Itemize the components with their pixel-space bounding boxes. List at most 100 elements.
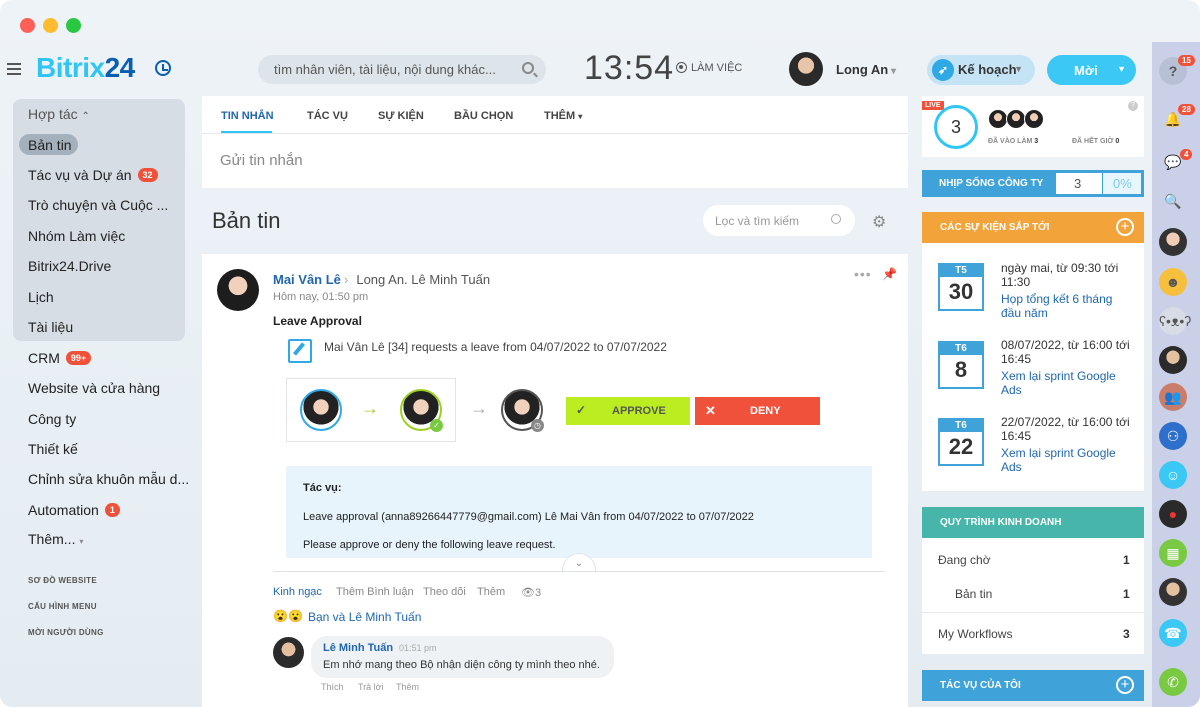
sitemap-link[interactable]: SƠ ĐỒ WEBSITE xyxy=(28,576,97,585)
sidebar-item-company[interactable]: Công ty xyxy=(28,411,76,427)
add-icon[interactable]: + xyxy=(1116,218,1134,236)
user-avatar[interactable] xyxy=(789,52,823,86)
calendar-icon[interactable]: ▦ xyxy=(1159,539,1187,567)
approve-button[interactable]: ✓ APPROVE xyxy=(566,397,690,425)
user-icon[interactable]: ☺ xyxy=(1159,461,1187,489)
contact-avatar[interactable] xyxy=(1159,228,1187,256)
sidebar-item-automation[interactable]: Automation 1 xyxy=(28,502,120,518)
sidebar-item-more[interactable]: Thêm... ▾ xyxy=(28,531,83,547)
event-title[interactable]: Xem lại sprint Google xyxy=(1001,369,1116,383)
sidebar-item-tasks[interactable]: Tác vụ và Dự án 32 xyxy=(28,167,158,183)
search-input[interactable]: tìm nhân viên, tài liệu, nội dung khác..… xyxy=(258,55,546,84)
search-icon[interactable]: 🔍 xyxy=(1159,187,1187,215)
close-window-button[interactable] xyxy=(20,18,35,33)
search-icon[interactable] xyxy=(522,62,534,74)
comment-text: Em nhớ mang theo Bộ nhận diện công ty mì… xyxy=(323,659,600,671)
count-badge: 99+ xyxy=(65,351,92,365)
comment-author[interactable]: Lê Minh Tuấn xyxy=(323,642,393,654)
sidebar-item-drive[interactable]: Bitrix24.Drive xyxy=(28,258,111,274)
online-avatar[interactable] xyxy=(1024,109,1044,129)
tab-tasks[interactable]: TÁC VỤ xyxy=(307,110,348,122)
chevron-down-icon: ▾ xyxy=(79,537,84,546)
sidebar-item-crm[interactable]: CRM 99+ xyxy=(28,350,92,366)
check-icon: ✓ xyxy=(430,419,443,432)
event-date: 16:45 xyxy=(1001,429,1032,443)
invite-users-link[interactable]: MỜI NGƯỜI DÙNG xyxy=(28,628,104,637)
post-author[interactable]: Mai Vân Lê xyxy=(273,272,341,287)
filter-search-input[interactable]: Lọc và tìm kiếm xyxy=(703,205,855,236)
requester-avatar[interactable] xyxy=(300,389,342,431)
sidebar-item-design[interactable]: Thiết kế xyxy=(28,441,78,457)
sidebar-item-workgroups[interactable]: Nhóm Làm việc xyxy=(28,228,125,244)
team-icon[interactable]: ⚇ xyxy=(1159,422,1187,450)
minimize-window-button[interactable] xyxy=(43,18,58,33)
contact-avatar[interactable]: ● xyxy=(1159,500,1187,528)
tab-events[interactable]: SỰ KIỆN xyxy=(378,110,424,122)
contact-avatar[interactable] xyxy=(1159,578,1187,606)
event-title[interactable]: đầu năm xyxy=(1001,306,1048,320)
work-status-button[interactable]: LÀM VIỆC xyxy=(676,62,742,74)
page-title: Bản tin xyxy=(212,208,281,233)
comment-avatar[interactable] xyxy=(273,637,304,668)
menu-icon[interactable] xyxy=(7,63,21,75)
reaction-users[interactable]: Bạn và Lê Minh Tuấn xyxy=(308,610,421,624)
zoom-window-button[interactable] xyxy=(66,18,81,33)
online-avatar[interactable] xyxy=(988,109,1008,129)
event-title[interactable]: Xem lại sprint Google xyxy=(1001,446,1116,460)
contact-avatar[interactable] xyxy=(1159,346,1187,374)
sidebar-item-chat[interactable]: Trò chuyện và Cuộc ... xyxy=(28,197,168,213)
configure-menu-link[interactable]: CẤU HÌNH MENU xyxy=(28,602,97,611)
author-avatar[interactable] xyxy=(217,269,259,311)
process-item[interactable]: Bản tin xyxy=(955,587,992,601)
rocket-icon: ➶ xyxy=(932,59,954,81)
sidebar-item-news[interactable]: Bản tin xyxy=(28,137,72,153)
invite-button[interactable]: Mời ▼ xyxy=(1047,55,1136,85)
online-count[interactable]: 3 xyxy=(934,105,978,149)
event-title[interactable]: Họp tổng kết 6 tháng xyxy=(1001,292,1112,306)
group-chat-icon[interactable]: 👥 xyxy=(1159,383,1187,411)
tab-message[interactable]: TIN NHẮN xyxy=(221,110,274,122)
add-icon[interactable]: + xyxy=(1116,676,1134,694)
post-time: Hôm nay, 01:50 pm xyxy=(273,291,369,303)
gear-icon[interactable]: ⚙ xyxy=(872,212,886,232)
count-badge: 1 xyxy=(104,503,120,517)
message-input[interactable]: Gửi tin nhắn xyxy=(220,152,303,169)
react-button[interactable]: Kinh ngạc xyxy=(273,586,322,598)
tab-more[interactable]: THÊM ▾ xyxy=(544,110,582,122)
more-button[interactable]: Thêm xyxy=(477,586,505,598)
sidebar-group-toggle[interactable]: Hợp tác ⌃ xyxy=(28,106,90,122)
arrow-right-icon: → xyxy=(361,398,379,418)
smiley-icon[interactable]: ☻ xyxy=(1159,268,1187,296)
company-pulse[interactable]: NHỊP SỐNG CÔNG TY 3 0% xyxy=(922,170,1144,197)
process-item[interactable]: My Workflows xyxy=(938,627,1012,641)
help-icon[interactable]: ? xyxy=(1128,101,1138,111)
comment-time: 01:51 pm xyxy=(399,643,437,653)
event-title[interactable]: Ads xyxy=(1001,383,1022,397)
tab-polls[interactable]: BẦU CHỌN xyxy=(454,110,513,122)
event-calendar-icon: T6 8 xyxy=(938,341,984,389)
pin-icon[interactable]: 📌 xyxy=(882,267,897,281)
user-menu[interactable]: Long An xyxy=(836,62,896,77)
event-title[interactable]: Ads xyxy=(1001,460,1022,474)
online-avatar[interactable] xyxy=(1006,109,1026,129)
follow-button[interactable]: Theo dõi xyxy=(423,586,466,598)
sidebar-item-documents[interactable]: Tài liệu xyxy=(28,319,73,335)
comment-more-button[interactable]: Thêm xyxy=(396,682,419,692)
more-icon[interactable]: ••• xyxy=(854,266,872,282)
chevron-down-icon: ▼ xyxy=(1117,64,1126,74)
phone-icon[interactable]: ✆ xyxy=(1159,668,1187,696)
process-item[interactable]: Đang chờ xyxy=(938,553,991,567)
like-button[interactable]: Thích xyxy=(321,682,344,692)
phone-book-icon[interactable]: ☎ xyxy=(1159,619,1187,647)
reply-button[interactable]: Trả lời xyxy=(358,682,384,692)
bear-icon[interactable]: ʕ•ᴥ•ʔ xyxy=(1159,307,1191,335)
post-recipients[interactable]: › Long An. Lê Minh Tuấn xyxy=(344,272,490,287)
sidebar-item-templates[interactable]: Chỉnh sửa khuôn mẫu d... xyxy=(28,471,189,487)
sidebar-item-sites[interactable]: Website và cửa hàng xyxy=(28,380,160,396)
sidebar-item-calendar[interactable]: Lịch xyxy=(28,289,54,305)
count-badge: 32 xyxy=(137,168,158,182)
add-comment-button[interactable]: Thêm Bình luận xyxy=(336,586,414,598)
deny-button[interactable]: ✕ DENY xyxy=(695,397,820,425)
plan-button[interactable]: ➶ Kế hoạch ▼ xyxy=(927,55,1035,85)
logo[interactable]: Bitrix24 xyxy=(36,52,135,84)
